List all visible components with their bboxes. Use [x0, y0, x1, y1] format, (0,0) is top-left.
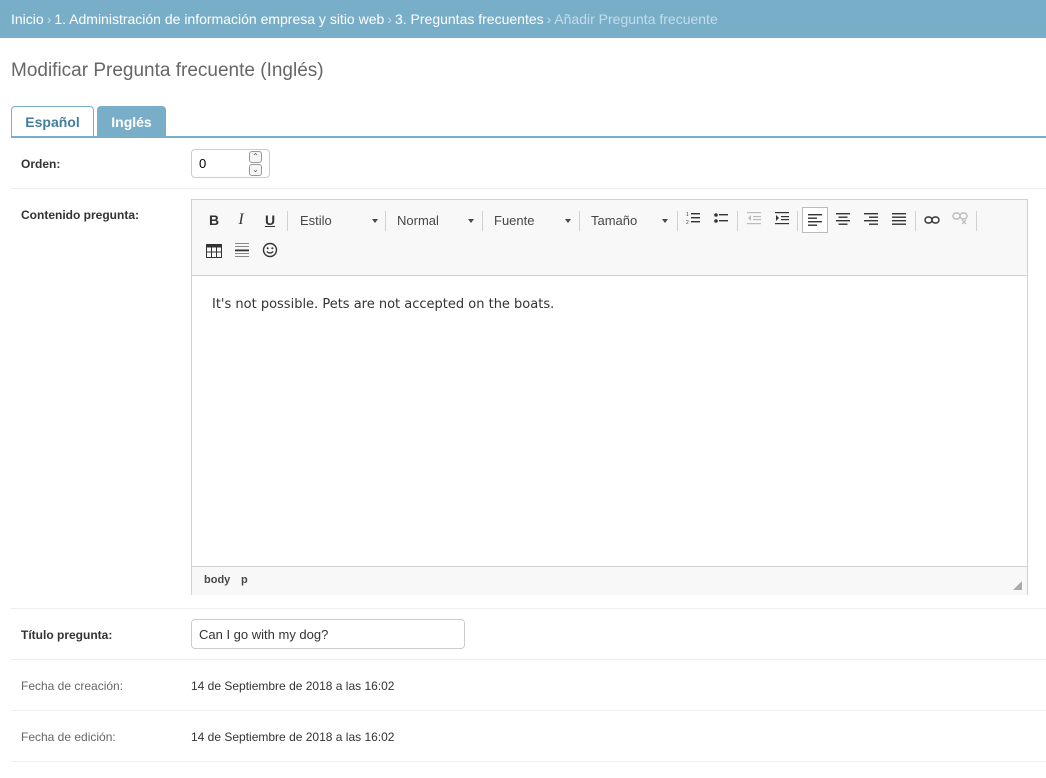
- fecha-edicion-value: 14 de Septiembre de 2018 a las 16:02: [191, 730, 395, 744]
- indent-icon[interactable]: [771, 209, 793, 231]
- resize-handle-icon[interactable]: [1013, 581, 1022, 590]
- outdent-icon[interactable]: [743, 209, 765, 231]
- bold-icon[interactable]: B: [203, 209, 225, 231]
- breadcrumb-separator: ›: [387, 11, 392, 27]
- row-divider: [11, 608, 1046, 609]
- editor-content[interactable]: It's not possible. Pets are not accepted…: [212, 297, 554, 312]
- chevron-down-icon: [662, 219, 668, 223]
- toolbar-separator: [915, 211, 916, 231]
- chevron-down-icon: [372, 219, 378, 223]
- fecha-edicion-label: Fecha de edición:: [21, 730, 116, 744]
- row-divider: [11, 659, 1046, 660]
- underline-icon[interactable]: U: [259, 209, 281, 231]
- editor-statusbar: body p: [192, 566, 1027, 595]
- breadcrumb-separator: ›: [46, 11, 52, 27]
- italic-icon[interactable]: I: [230, 209, 252, 231]
- style-combo[interactable]: Estilo: [300, 210, 378, 232]
- toolbar-separator: [385, 211, 386, 231]
- toolbar-separator: [677, 211, 678, 231]
- toolbar-separator: [579, 211, 580, 231]
- fecha-creacion-value: 14 de Septiembre de 2018 a las 16:02: [191, 679, 395, 693]
- tab-ingles[interactable]: Inglés: [97, 106, 166, 137]
- size-combo-label: Tamaño: [591, 213, 638, 228]
- toolbar-separator: [287, 211, 288, 231]
- format-combo-label: Normal: [397, 213, 439, 228]
- path-body[interactable]: body: [204, 574, 230, 586]
- row-divider: [11, 710, 1046, 711]
- svg-text:1: 1: [686, 212, 689, 218]
- font-combo-label: Fuente: [494, 213, 535, 228]
- align-right-icon[interactable]: [860, 209, 882, 231]
- format-combo[interactable]: Normal: [397, 210, 474, 232]
- style-combo-label: Estilo: [300, 213, 332, 228]
- svg-text:2: 2: [686, 220, 689, 225]
- tab-espanol[interactable]: Español: [11, 106, 94, 137]
- orden-input[interactable]: [199, 156, 245, 171]
- align-left-icon[interactable]: [802, 207, 828, 233]
- toolbar-separator: [976, 211, 977, 231]
- orden-stepper[interactable]: ⌃ ⌄: [191, 149, 270, 178]
- tabs-underline: [11, 136, 1046, 138]
- editor-toolbar: B I U Estilo Normal Fuente Tamaño 12: [192, 200, 1027, 276]
- breadcrumb: Inicio › 1. Administración de información …: [0, 0, 1046, 38]
- contenido-label: Contenido pregunta:: [21, 208, 139, 222]
- fecha-creacion-label: Fecha de creación:: [21, 679, 124, 693]
- path-p[interactable]: p: [241, 574, 248, 586]
- toolbar-separator: [737, 211, 738, 231]
- link-icon[interactable]: [921, 209, 943, 231]
- toolbar-separator: [482, 211, 483, 231]
- chevron-up-icon[interactable]: ⌃: [249, 151, 262, 163]
- justify-icon[interactable]: [888, 209, 910, 231]
- breadcrumb-admin-link[interactable]: 1. Administración de información empresa…: [54, 11, 384, 27]
- row-divider: [11, 188, 1046, 189]
- orden-label: Orden:: [21, 157, 61, 171]
- unlink-icon[interactable]: [949, 209, 971, 231]
- breadcrumb-home-link[interactable]: Inicio: [11, 11, 44, 27]
- breadcrumb-separator: ›: [546, 11, 552, 27]
- page-title: Modificar Pregunta frecuente (Inglés): [11, 60, 324, 81]
- numbered-list-icon[interactable]: 12: [682, 209, 704, 231]
- chevron-down-icon: [468, 219, 474, 223]
- breadcrumb-faq-link[interactable]: 3. Preguntas frecuentes: [395, 11, 544, 27]
- titulo-input[interactable]: [191, 619, 465, 649]
- row-divider: [11, 761, 1046, 762]
- horizontal-line-icon[interactable]: [231, 242, 253, 264]
- size-combo[interactable]: Tamaño: [591, 210, 668, 232]
- toolbar-separator: [797, 211, 798, 231]
- font-combo[interactable]: Fuente: [494, 210, 571, 232]
- rich-text-editor: B I U Estilo Normal Fuente Tamaño 12 It'…: [191, 199, 1028, 595]
- align-center-icon[interactable]: [832, 209, 854, 231]
- titulo-label: Título pregunta:: [21, 628, 113, 642]
- breadcrumb-current: Añadir Pregunta frecuente: [554, 11, 718, 27]
- bulleted-list-icon[interactable]: [710, 209, 732, 231]
- table-icon[interactable]: [203, 242, 225, 264]
- chevron-down-icon[interactable]: ⌄: [249, 164, 262, 176]
- smiley-icon[interactable]: [259, 242, 281, 264]
- chevron-down-icon: [565, 219, 571, 223]
